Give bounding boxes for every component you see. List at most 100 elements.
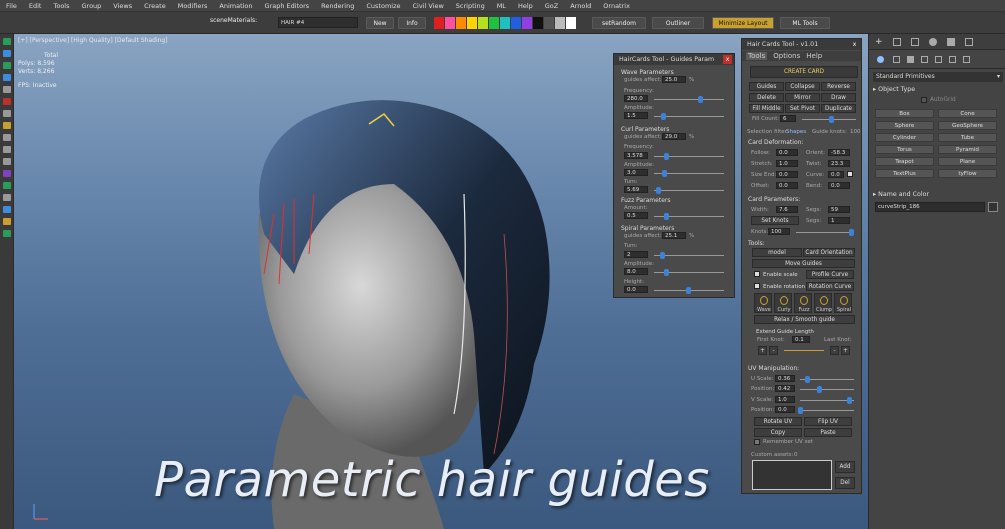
v-position-knob[interactable] xyxy=(798,407,803,414)
textplus-button[interactable]: TextPlus xyxy=(875,169,934,178)
spiral-height-field[interactable]: 0.0 xyxy=(624,286,648,293)
new-button[interactable]: New xyxy=(366,17,394,29)
hc-menu-tools[interactable]: Tools xyxy=(746,52,768,60)
bend-field[interactable]: 0.0 xyxy=(828,182,850,189)
scene-materials-field[interactable]: HAIR #4 xyxy=(278,17,358,28)
autogrid-checkbox[interactable] xyxy=(921,97,927,103)
selection-filter-value[interactable]: Shapes xyxy=(786,129,806,135)
modify-tab-icon[interactable] xyxy=(893,38,901,46)
segs2-field[interactable]: 1 xyxy=(828,217,850,224)
remember-uv-checkbox[interactable] xyxy=(754,439,760,445)
mirror-tool-icon[interactable] xyxy=(3,110,11,117)
size-end-field[interactable]: 0.0 xyxy=(776,171,798,178)
cone-button[interactable]: Cone xyxy=(938,109,997,118)
motion-tab-icon[interactable] xyxy=(929,38,937,46)
knots-field[interactable]: 100 xyxy=(768,228,790,235)
spacewarps-icon[interactable] xyxy=(949,56,956,63)
teapot-button[interactable]: Teapot xyxy=(875,157,934,166)
menu-create[interactable]: Create xyxy=(144,2,166,10)
material-tool-icon[interactable] xyxy=(3,218,11,225)
fill-count-knob[interactable] xyxy=(829,116,834,123)
link-tool-icon[interactable] xyxy=(3,86,11,93)
hc-menu-help[interactable]: Help xyxy=(806,52,822,60)
extend-value-field[interactable]: 0.1 xyxy=(792,336,810,343)
custom-assets-box[interactable] xyxy=(752,460,832,490)
color-swatch[interactable] xyxy=(489,17,499,29)
first-plus-button[interactable]: + xyxy=(758,346,767,355)
hc-menu-options[interactable]: Options xyxy=(773,52,800,60)
tube-button[interactable]: Tube xyxy=(938,133,997,142)
wave-freq-slider[interactable] xyxy=(654,99,724,100)
color-swatch[interactable] xyxy=(478,17,488,29)
move-guides-button[interactable]: Move Guides xyxy=(752,259,855,268)
color-swatch[interactable] xyxy=(522,17,532,29)
enable-rotation-checkbox[interactable] xyxy=(754,283,760,289)
twist-field[interactable]: 23.3 xyxy=(828,160,850,167)
profile-curve-button[interactable]: Profile Curve xyxy=(806,270,854,279)
grid-tool-icon[interactable] xyxy=(3,194,11,201)
object-type-header[interactable]: ▸ Object Type xyxy=(873,86,915,93)
menu-help[interactable]: Help xyxy=(518,2,533,10)
fuzz-amount-knob[interactable] xyxy=(664,213,669,220)
u-scale-knob[interactable] xyxy=(805,376,810,383)
viewport-perspective[interactable]: [+] [Perspective] [High Quality] [Defaul… xyxy=(14,34,868,529)
menu-group[interactable]: Group xyxy=(82,2,102,10)
object-name-field[interactable]: curveStrip_186 xyxy=(875,202,985,212)
menu-modifiers[interactable]: Modifiers xyxy=(178,2,208,10)
object-color-swatch[interactable] xyxy=(988,202,998,212)
offset-field[interactable]: 0.0 xyxy=(776,182,798,189)
pyramid-button[interactable]: Pyramid xyxy=(938,145,997,154)
color-swatch[interactable] xyxy=(500,17,510,29)
wave-guide-button[interactable]: Wave xyxy=(754,293,772,313)
u-position-knob[interactable] xyxy=(817,386,822,393)
lights-icon[interactable] xyxy=(907,56,914,63)
outliner-button[interactable]: Outliner xyxy=(652,17,704,29)
draw-button[interactable]: Draw xyxy=(821,93,856,102)
create-tab-icon[interactable]: + xyxy=(875,38,883,47)
curl-turn-slider[interactable] xyxy=(654,190,724,191)
curve-checkbox[interactable] xyxy=(847,171,853,177)
last-plus-button[interactable]: + xyxy=(841,346,850,355)
torus-button[interactable]: Torus xyxy=(875,145,934,154)
set-pivot-button[interactable]: Set Pivot xyxy=(785,104,820,113)
curl-amp-field[interactable]: 3.0 xyxy=(624,169,648,176)
set-random-button[interactable]: setRandom xyxy=(592,17,646,29)
menu-scripting[interactable]: Scripting xyxy=(456,2,485,10)
minimize-layout-button[interactable]: Minimize Layout xyxy=(712,17,774,29)
hierarchy-tab-icon[interactable] xyxy=(911,38,919,46)
rotate-tool-icon[interactable] xyxy=(3,62,11,69)
create-card-button[interactable]: CREATE CARD xyxy=(750,66,858,78)
clump-guide-button[interactable]: Clump xyxy=(814,293,832,313)
layer-tool-icon[interactable] xyxy=(3,170,11,177)
color-swatch[interactable] xyxy=(434,17,444,29)
spiral-guide-button[interactable]: Spiral xyxy=(834,293,852,313)
primitives-dropdown[interactable]: Standard Primitives ▾ xyxy=(873,72,1003,82)
close-icon[interactable]: x xyxy=(850,40,859,49)
menu-graph-editors[interactable]: Graph Editors xyxy=(265,2,310,10)
spiral-height-knob[interactable] xyxy=(686,287,691,294)
close-icon[interactable]: x xyxy=(723,55,732,64)
model-button[interactable]: model xyxy=(752,248,802,257)
info-button[interactable]: Info xyxy=(398,17,426,29)
color-swatch[interactable] xyxy=(544,17,554,29)
v-position-slider[interactable] xyxy=(800,410,854,411)
curl-amp-knob[interactable] xyxy=(662,170,667,177)
geosphere-button[interactable]: GeoSphere xyxy=(938,121,997,130)
wave-amp-knob[interactable] xyxy=(661,113,666,120)
ml-tools-button[interactable]: ML Tools xyxy=(780,17,830,29)
last-minus-button[interactable]: - xyxy=(830,346,839,355)
fuzz-amount-field[interactable]: 0.5 xyxy=(624,212,648,219)
guides-button[interactable]: Guides xyxy=(749,82,784,91)
hair-tool-icon[interactable] xyxy=(3,230,11,237)
curl-turn-field[interactable]: 5.69 xyxy=(624,186,648,193)
cameras-icon[interactable] xyxy=(921,56,928,63)
render-tool-icon[interactable] xyxy=(3,206,11,213)
curl-affect-field[interactable]: 29.0 xyxy=(662,133,686,140)
view-tool-icon[interactable] xyxy=(3,182,11,189)
menu-views[interactable]: Views xyxy=(113,2,132,10)
mirror-button[interactable]: Mirror xyxy=(785,93,820,102)
color-swatch[interactable] xyxy=(511,17,521,29)
color-swatch[interactable] xyxy=(555,17,565,29)
v-scale-slider[interactable] xyxy=(800,400,854,401)
display-tab-icon[interactable] xyxy=(947,38,955,46)
